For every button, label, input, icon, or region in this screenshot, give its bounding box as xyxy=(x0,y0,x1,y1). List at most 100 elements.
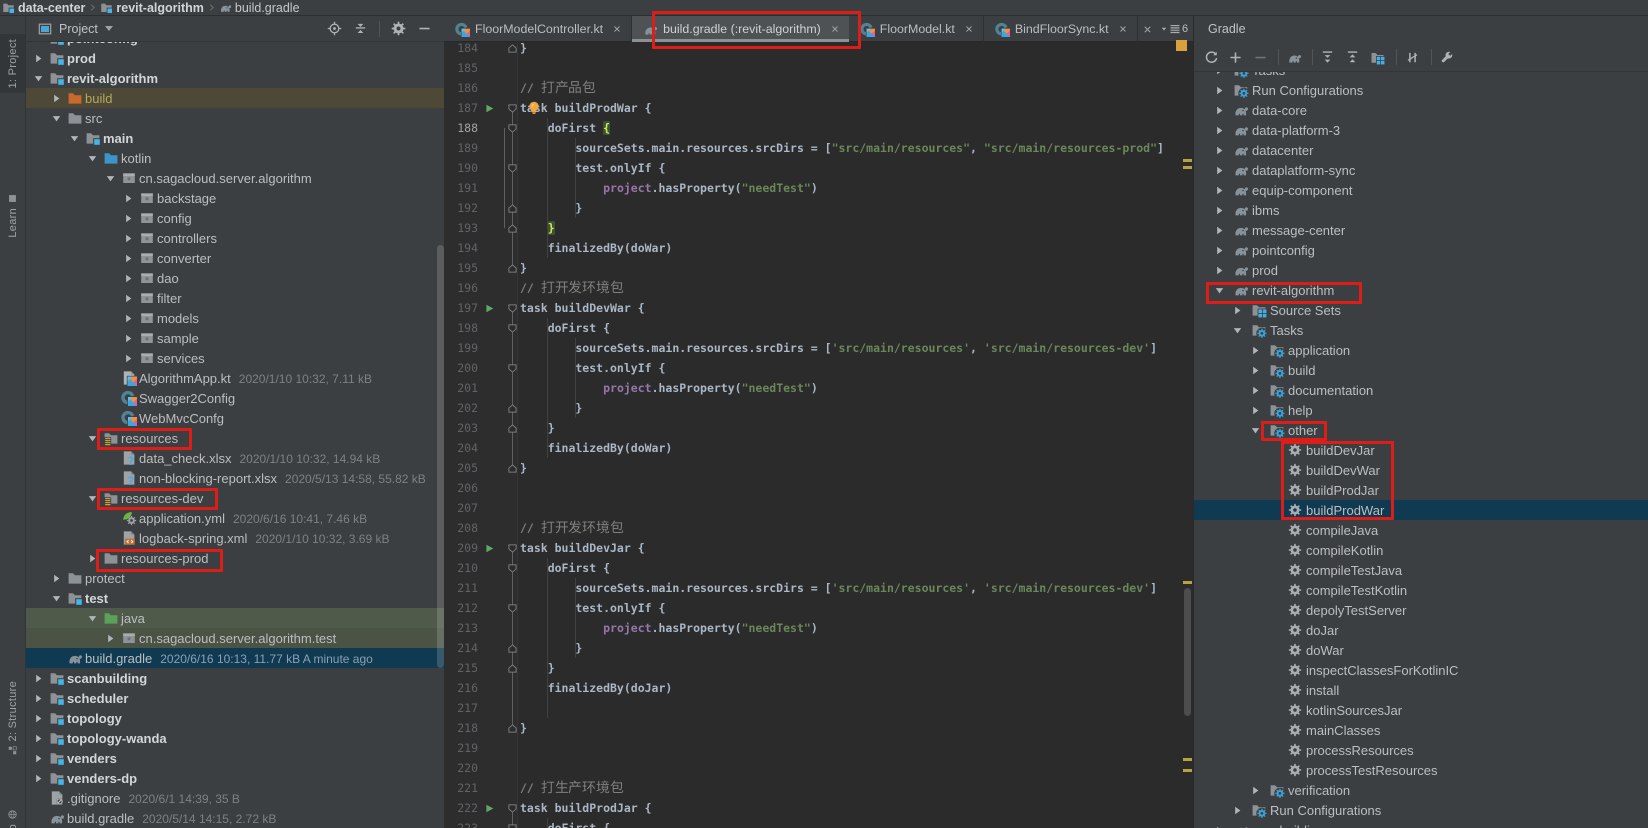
project-tree-row[interactable]: test xyxy=(26,588,444,608)
gradle-tree-row[interactable]: inspectClassesForKotlinIC xyxy=(1194,660,1648,680)
chevron-down-icon[interactable] xyxy=(105,26,113,31)
wrench-icon[interactable] xyxy=(1439,50,1454,65)
gradle-tree-row[interactable]: dataplatform-sync xyxy=(1194,160,1648,180)
tree-expanded-icon[interactable] xyxy=(69,133,80,144)
gradle-tree-row[interactable]: Tasks xyxy=(1194,320,1648,340)
code-line[interactable]: 218} xyxy=(444,718,1183,738)
warning-stripe-mark[interactable] xyxy=(1183,166,1192,169)
tree-collapsed-icon[interactable] xyxy=(123,313,134,324)
tree-collapsed-icon[interactable] xyxy=(1250,345,1261,356)
code-line[interactable]: 186// xyxy=(444,78,1183,98)
gradle-tree-row[interactable]: Run Configurations xyxy=(1194,800,1648,820)
stripe-item-project[interactable]: 1: Project xyxy=(0,34,25,93)
fold-marker-icon[interactable] xyxy=(508,544,517,553)
project-tree-scrollbar[interactable] xyxy=(437,245,444,668)
tree-collapsed-icon[interactable] xyxy=(123,213,134,224)
gradle-tree-row[interactable]: kotlinSourcesJar xyxy=(1194,700,1648,720)
gradle-tree-row[interactable]: compileTestKotlin xyxy=(1194,580,1648,600)
project-tree-row[interactable]: cn.sagacloud.server.algorithm.test xyxy=(26,628,444,648)
code-line[interactable]: 217 xyxy=(444,698,1183,718)
project-tree-row[interactable]: application.yml2020/6/16 10:41, 7.46 kB xyxy=(26,508,444,528)
code-line[interactable]: 209task buildDevJar { xyxy=(444,538,1183,558)
tree-expanded-icon[interactable] xyxy=(51,113,62,124)
run-task-icon[interactable] xyxy=(484,803,495,814)
tree-expanded-icon[interactable] xyxy=(33,73,44,84)
code-line[interactable]: 185 xyxy=(444,58,1183,78)
project-tree-row[interactable]: build.gradle2020/5/14 14:15, 2.72 kB xyxy=(26,808,444,828)
locate-icon[interactable] xyxy=(327,21,342,36)
tree-collapsed-icon[interactable] xyxy=(33,733,44,744)
breadcrumb-item[interactable]: revit-algorithm xyxy=(100,1,204,15)
code-line[interactable]: 199 sourceSets.main.resources.srcDirs = … xyxy=(444,338,1183,358)
tree-collapsed-icon[interactable] xyxy=(1232,305,1243,316)
project-tree-row[interactable]: controllers xyxy=(26,228,444,248)
code-line[interactable]: 207 xyxy=(444,498,1183,518)
tree-collapsed-icon[interactable] xyxy=(1250,365,1261,376)
fold-marker-icon[interactable] xyxy=(508,224,517,233)
code-line[interactable]: 205} xyxy=(444,458,1183,478)
project-tree-row[interactable]: topology xyxy=(26,708,444,728)
project-tree-row[interactable]: converter xyxy=(26,248,444,268)
gradle-tree-row[interactable]: buildProdWar xyxy=(1194,500,1648,520)
code-line[interactable]: 198 doFirst { xyxy=(444,318,1183,338)
project-tree-row[interactable]: dao xyxy=(26,268,444,288)
editor-tab[interactable]: FloorModel.kt xyxy=(849,16,984,42)
gradle-tree-row[interactable]: verification xyxy=(1194,780,1648,800)
project-tree-row[interactable]: venders-dp xyxy=(26,768,444,788)
project-tree-row[interactable]: prod xyxy=(26,48,444,68)
tree-collapsed-icon[interactable] xyxy=(33,753,44,764)
gradle-tree-row[interactable]: install xyxy=(1194,680,1648,700)
run-task-icon[interactable] xyxy=(484,303,495,314)
tree-expanded-icon[interactable] xyxy=(1232,325,1243,336)
tree-collapsed-icon[interactable] xyxy=(123,353,134,364)
gradle-tree-row[interactable]: help xyxy=(1194,400,1648,420)
tree-collapsed-icon[interactable] xyxy=(1214,145,1225,156)
tree-collapsed-icon[interactable] xyxy=(1250,785,1261,796)
code-line[interactable]: 188 doFirst { xyxy=(444,118,1183,138)
fold-marker-icon[interactable] xyxy=(508,324,517,333)
project-tree-row[interactable]: cn.sagacloud.server.algorithm xyxy=(26,168,444,188)
tree-collapsed-icon[interactable] xyxy=(1214,265,1225,276)
tree-expanded-icon[interactable] xyxy=(87,153,98,164)
gradle-tree-row[interactable]: data-platform-3 xyxy=(1194,120,1648,140)
refresh-icon[interactable] xyxy=(1204,50,1219,65)
code-line[interactable]: 211 sourceSets.main.resources.srcDirs = … xyxy=(444,578,1183,598)
tree-collapsed-icon[interactable] xyxy=(1214,185,1225,196)
fold-marker-icon[interactable] xyxy=(508,124,517,133)
tree-collapsed-icon[interactable] xyxy=(1214,225,1225,236)
collapse-all-icon[interactable] xyxy=(353,21,368,36)
gradle-tree-row[interactable]: ibms xyxy=(1194,200,1648,220)
tree-collapsed-icon[interactable] xyxy=(33,673,44,684)
fold-marker-icon[interactable] xyxy=(508,664,517,673)
code-line[interactable]: 221// xyxy=(444,778,1183,798)
project-tree-row[interactable]: backstage xyxy=(26,188,444,208)
tree-collapsed-icon[interactable] xyxy=(1250,405,1261,416)
gradle-tree-row[interactable]: doJar xyxy=(1194,620,1648,640)
collapse-all-icon[interactable] xyxy=(1345,50,1360,65)
fold-marker-icon[interactable] xyxy=(508,364,517,373)
run-task-icon[interactable] xyxy=(484,543,495,554)
warning-stripe-mark[interactable] xyxy=(1183,769,1192,772)
project-tree-row[interactable]: .gitignore2020/6/1 14:39, 35 B xyxy=(26,788,444,808)
tree-expanded-icon[interactable] xyxy=(51,593,62,604)
code-line[interactable]: 192 } xyxy=(444,198,1183,218)
code-line[interactable]: 194 finalizedBy(doWar) xyxy=(444,238,1183,258)
code-line[interactable]: 193 } xyxy=(444,218,1183,238)
warning-stripe-mark[interactable] xyxy=(1183,758,1192,761)
code-line[interactable]: 216 finalizedBy(doJar) xyxy=(444,678,1183,698)
fold-marker-icon[interactable] xyxy=(508,264,517,273)
fold-marker-icon[interactable] xyxy=(508,464,517,473)
gradle-tree-row[interactable]: mainClasses xyxy=(1194,720,1648,740)
project-tree-row[interactable]: AlgorithmApp.kt2020/1/10 10:32, 7.11 kB xyxy=(26,368,444,388)
tree-collapsed-icon[interactable] xyxy=(123,253,134,264)
tree-collapsed-icon[interactable] xyxy=(51,573,62,584)
project-tree-row[interactable]: models xyxy=(26,308,444,328)
fold-marker-icon[interactable] xyxy=(508,824,517,828)
close-icon[interactable] xyxy=(612,24,622,34)
plus-icon[interactable] xyxy=(1228,50,1243,65)
close-icon[interactable] xyxy=(1142,24,1153,35)
gradle-tree-row[interactable]: documentation xyxy=(1194,380,1648,400)
tab-bar-extra-close[interactable] xyxy=(1142,16,1153,42)
expand-all-icon[interactable] xyxy=(1320,50,1335,65)
tree-collapsed-icon[interactable] xyxy=(1214,245,1225,256)
